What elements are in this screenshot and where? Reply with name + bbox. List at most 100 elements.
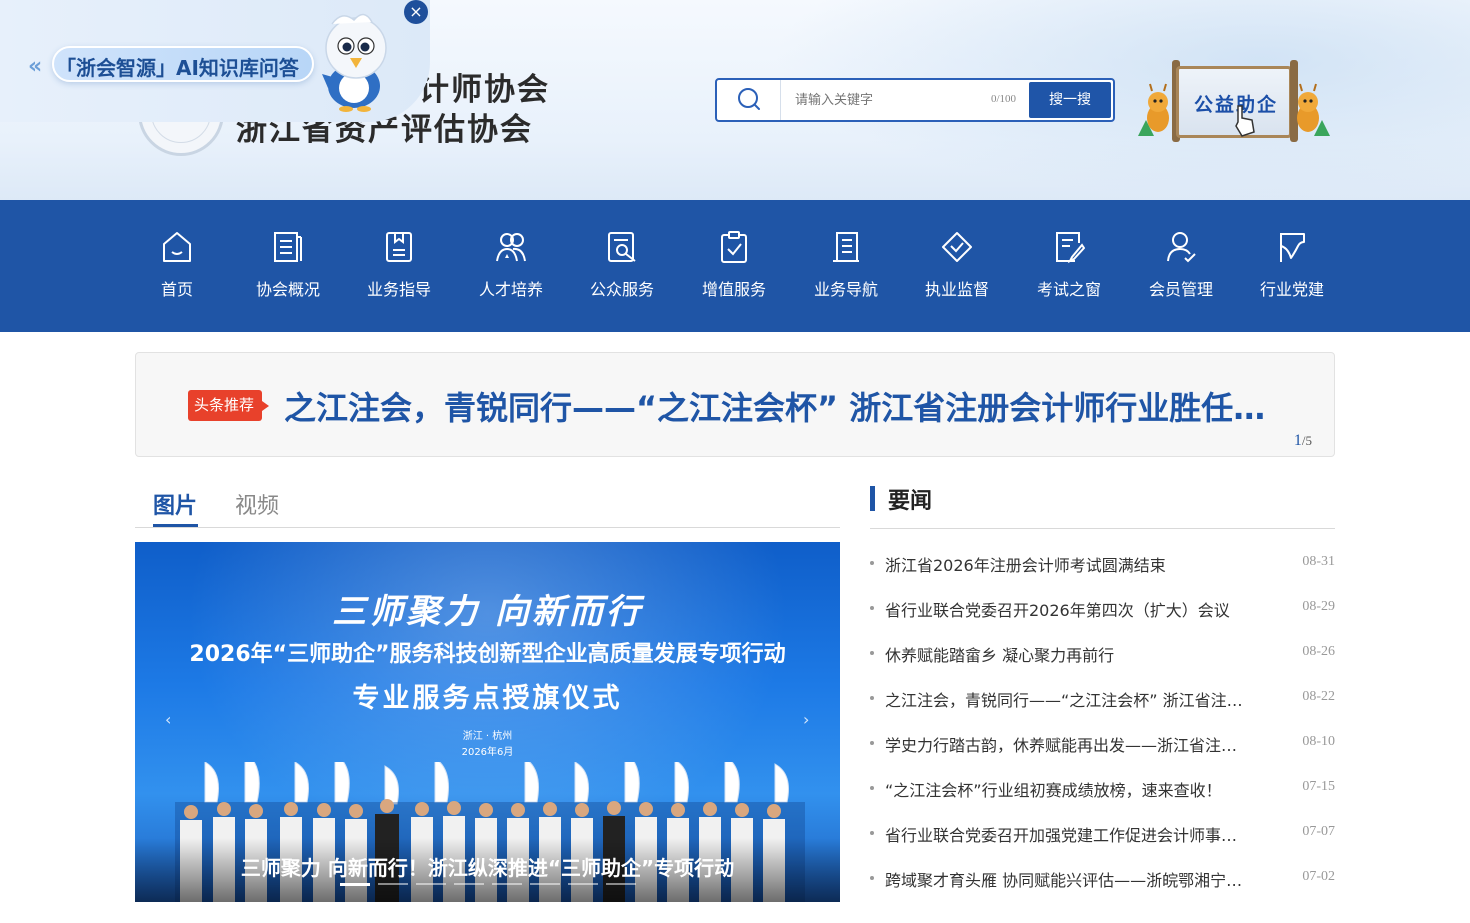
news-section-header: 要闻 [870,480,1335,529]
book-icon [386,232,412,262]
tab-photos[interactable]: 图片 [153,488,197,520]
pager-current: 1 [1293,432,1302,449]
tab-videos[interactable]: 视频 [235,488,279,520]
carousel-dot[interactable] [340,883,370,886]
deer-mascot-left-icon [1138,83,1169,136]
carousel-dot[interactable] [492,883,522,885]
news-section-title[interactable]: 要闻 [888,483,932,515]
nav-item-value-added[interactable]: 增值服务 [684,200,784,332]
carousel-dot[interactable] [530,883,560,885]
headline-title-link[interactable]: 之江注会，青锐同行——“之江注会杯” 浙江省注册会计师行业胜任… [284,383,1294,429]
news-item[interactable]: 省行业联合党委召开加强党建工作促进会计师事… 07-07 [870,810,1335,855]
carousel-dot[interactable] [416,883,446,885]
news-item-date: 08-10 [1302,734,1335,749]
ai-badge-label[interactable]: 「浙会智源」AI知识库问答 [56,52,299,81]
slide-banner-location: 浙江 · 杭州 [462,731,513,742]
news-item-title[interactable]: 学史力行踏古韵，休养赋能再出发——浙江省注… [885,732,1265,756]
nav-item-navigation[interactable]: 业务导航 [796,200,896,332]
nav-item-party-building[interactable]: 行业党建 [1242,200,1342,332]
document-list-icon [274,232,302,262]
nav-item-label: 协会概况 [255,280,320,299]
news-item-title[interactable]: 浙江省2026年注册会计师考试圆满结束 [885,552,1265,576]
org-name-line1: 计师协会 [418,72,550,108]
nav-item-label: 业务指导 [366,280,431,299]
news-item-title[interactable]: “之江注会杯”行业组初赛成绩放榜，速来查收！ [885,777,1265,801]
bullet-dot [870,741,874,745]
user-check-icon [1167,232,1196,263]
bullet-dot [870,606,874,610]
slide-banner-title: 三师聚力 向新而行 [332,592,643,632]
news-item-title[interactable]: 省行业联合党委召开2026年第四次（扩大）会议 [885,597,1265,621]
slide-caption[interactable]: 三师聚力 向新而行！浙江纵深推进“三师助企”专项行动 [135,852,840,881]
search-button[interactable]: 搜一搜 [1029,82,1111,118]
news-item[interactable]: 省行业联合党委召开2026年第四次（扩大）会议 08-29 [870,585,1335,630]
ai-assistant-badge[interactable]: « 「浙会智源」AI知识库问答 [0,0,430,122]
carousel-dot[interactable] [378,883,408,885]
nav-item-label: 考试之窗 [1036,280,1101,299]
close-icon: × [409,2,423,21]
news-item-title[interactable]: 休养赋能踏畲乡 凝心聚力再前行 [885,642,1265,666]
active-tab-underline [153,524,198,527]
carousel-prev-arrow[interactable]: ‹ [165,710,171,729]
news-item-date: 08-29 [1302,599,1335,614]
search-icon-wrapper [717,80,781,120]
search-input[interactable] [795,89,985,111]
photo-carousel[interactable]: 三师聚力 向新而行 2026年“三师助企”服务科技创新型企业高质量发展专项行动 … [135,542,840,902]
nav-item-label: 业务导航 [813,280,878,299]
nav-item-label: 首页 [160,280,193,299]
news-item-date: 08-22 [1302,689,1335,704]
eagle-mascot-icon[interactable] [302,8,402,112]
nav-item-label: 会员管理 [1148,280,1213,299]
deer-mascot-right-icon [1297,83,1330,136]
search-char-counter: 0/100 [991,93,1017,105]
nav-item-about[interactable]: 协会概况 [238,200,338,332]
people-icon [496,233,526,262]
news-item-title[interactable]: 跨域聚才育头雁 协同赋能兴评估——浙皖鄂湘宁… [885,867,1265,891]
news-item-title[interactable]: 之江注会，青锐同行——“之江注会杯” 浙江省注… [885,687,1265,711]
news-item[interactable]: “之江注会杯”行业组初赛成绩放榜，速来查收！ 07-15 [870,765,1335,810]
home-icon [163,232,191,262]
nav-item-talent[interactable]: 人才培养 [461,200,561,332]
nav-item-label: 公众服务 [589,280,654,299]
carousel-dot[interactable] [454,883,484,885]
pointer-hand-icon [1235,105,1255,137]
charity-banner[interactable]: 公益助企 [1134,60,1334,144]
nav-item-guidance[interactable]: 业务指导 [349,200,449,332]
media-tabs: 图片 视频 [135,480,840,528]
news-item-date: 07-02 [1302,869,1335,884]
bullet-dot [870,696,874,700]
search-document-icon [608,232,636,262]
news-item-date: 08-31 [1302,554,1335,569]
bullet-dot [870,786,874,790]
news-item-title[interactable]: 省行业联合党委召开加强党建工作促进会计师事… [885,822,1265,846]
slide-banner-date: 2026年6月 [461,747,514,758]
search-icon [738,88,760,110]
pager-total: /5 [1301,433,1312,448]
slide-banner-ceremony: 专业服务点授旗仪式 [352,683,623,714]
nav-item-label: 执业监督 [924,280,989,299]
headline-banner[interactable]: 头条推荐 之江注会，青锐同行——“之江注会杯” 浙江省注册会计师行业胜任… 1/… [135,352,1335,457]
carousel-dots [340,883,640,887]
news-item[interactable]: 学史力行踏古韵，休养赋能再出发——浙江省注… 08-10 [870,720,1335,765]
slide-banner-subtitle: 2026年“三师助企”服务科技创新型企业高质量发展专项行动 [189,642,786,667]
bullet-dot [870,561,874,565]
headline-pager: 1/5 [1294,432,1312,450]
news-item[interactable]: 跨域聚才育头雁 协同赋能兴评估——浙皖鄂湘宁… 07-02 [870,855,1335,900]
site-header: 计师协会 浙江省资产评估协会 « 「浙会智源」AI知识库问答 × 请输入关键字 … [0,0,1470,200]
news-item[interactable]: 之江注会，青锐同行——“之江注会杯” 浙江省注… 08-22 [870,675,1335,720]
carousel-next-arrow[interactable]: › [803,710,809,729]
carousel-dot[interactable] [606,883,636,885]
nav-item-supervision[interactable]: 执业监督 [907,200,1007,332]
nav-item-home[interactable]: 首页 [127,200,227,332]
nav-item-members[interactable]: 会员管理 [1131,200,1231,332]
news-item[interactable]: 休养赋能踏畲乡 凝心聚力再前行 08-26 [870,630,1335,675]
nav-item-exam[interactable]: 考试之窗 [1019,200,1119,332]
ai-badge-close-button[interactable]: × [404,0,428,24]
news-item-date: 08-26 [1302,644,1335,659]
clipboard-check-icon [721,231,747,263]
double-chevron-left-icon: « [28,54,43,79]
news-item-date: 07-07 [1302,824,1335,839]
news-item[interactable]: 浙江省2026年注册会计师考试圆满结束 08-31 [870,540,1335,585]
carousel-dot[interactable] [568,883,598,885]
nav-item-public-service[interactable]: 公众服务 [572,200,672,332]
